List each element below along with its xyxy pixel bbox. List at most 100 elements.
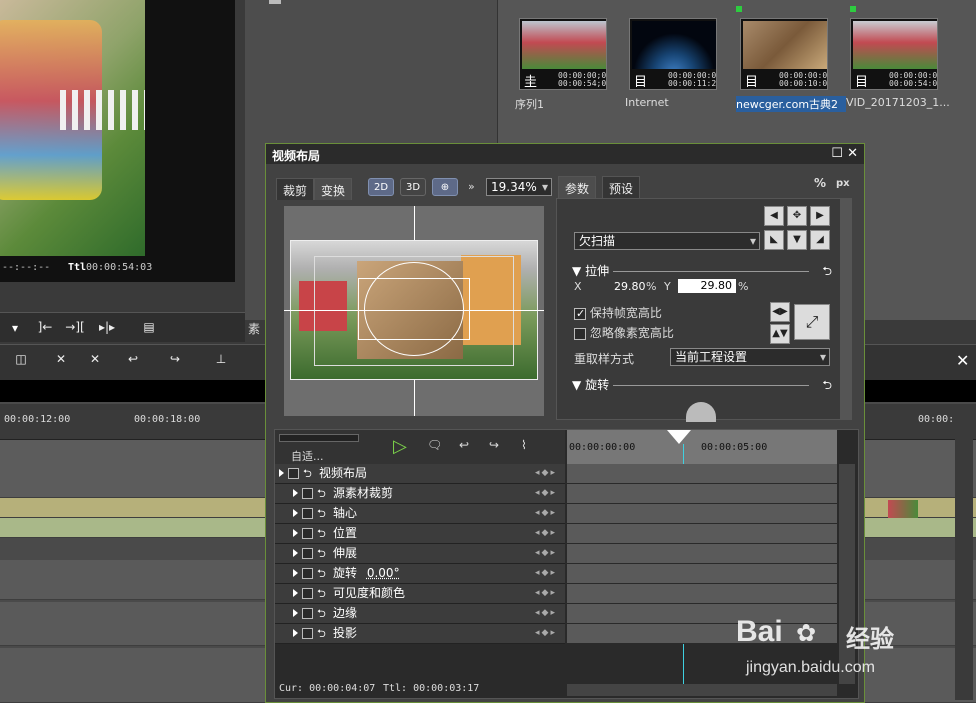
arrow-right-icon[interactable]: ▶ [810, 206, 830, 226]
kf-nav-icon[interactable]: ◂◆▸ [535, 604, 557, 623]
reset-icon[interactable]: ⮌ [317, 524, 329, 543]
preview-canvas[interactable] [284, 206, 544, 416]
clip-thumbnail[interactable]: 目 00:00:00:00 00:00:11:20 Internet [625, 0, 721, 118]
reset-icon[interactable]: ⮌ [317, 624, 329, 643]
kf-track[interactable] [567, 584, 837, 604]
split-icon[interactable]: ◫ [8, 348, 34, 370]
undo-icon[interactable]: ↩ [120, 348, 146, 370]
corner-bl-icon[interactable]: ◣ [764, 230, 784, 250]
kf-nav-icon[interactable]: ◂◆▸ [535, 624, 557, 643]
arrow-left-icon[interactable]: ◀ [764, 206, 784, 226]
reset-icon[interactable]: ⮌ [822, 262, 832, 283]
x-value[interactable]: 29.80 [614, 280, 646, 293]
kf-nav-icon[interactable]: ◂◆▸ [535, 584, 557, 603]
kf-row[interactable]: ⮌ 源素材裁剪 ◂◆▸ [275, 484, 565, 504]
kf-track[interactable] [567, 564, 837, 584]
grid-view-button[interactable]: ⊕ [432, 178, 458, 196]
clip-thumbnail[interactable]: 目 00:00:00:00 00:00:10:00 newcger.com古典2 [736, 0, 846, 118]
kf-nav-icon[interactable]: ◂◆▸ [535, 564, 557, 583]
clip-thumbnail[interactable]: 目 00:00:00:00 00:00:54:03 VID_20171203_1… [846, 0, 950, 118]
arrow-down-icon[interactable]: ▼ [787, 230, 807, 250]
kf-nav-icon[interactable]: ◂◆▸ [535, 544, 557, 563]
kf-row[interactable]: ⮌ 可见度和颜色 ◂◆▸ [275, 584, 565, 604]
kf-row[interactable]: ⮌ 旋转 0.00° ◂◆▸ [275, 564, 565, 584]
y-value-input[interactable]: 29.80 [678, 279, 736, 293]
expand-icon[interactable] [293, 549, 298, 557]
reset-icon[interactable]: ⮌ [822, 376, 832, 397]
graph-icon[interactable]: ⌇ [521, 438, 527, 452]
kf-nav-icon[interactable]: ◂◆▸ [535, 464, 557, 483]
menu-icon[interactable]: ▤ [136, 316, 162, 338]
play-inout-icon[interactable]: ▸|▸ [94, 316, 120, 338]
kf-track[interactable] [567, 504, 837, 524]
kf-nav-icon[interactable]: ◂◆▸ [535, 484, 557, 503]
swap-lr-icon[interactable]: ◀▶ [770, 302, 790, 322]
params-scrollbar[interactable] [840, 198, 852, 420]
corner-br-icon[interactable]: ◢ [810, 230, 830, 250]
overscan-select[interactable]: 欠扫描 [574, 232, 760, 250]
kf-track[interactable] [567, 524, 837, 544]
close-icon[interactable]: ✕ [847, 146, 858, 161]
kf-checkbox[interactable] [302, 548, 313, 559]
tab-crop[interactable]: 裁剪 [276, 178, 315, 200]
rotation-value[interactable]: 0.00° [367, 566, 400, 580]
tab-presets[interactable]: 预设 [602, 176, 641, 198]
clip-thumbnail[interactable]: 圭 00:00:00;00 00:00:54;03 序列1 [515, 0, 611, 118]
tab-params[interactable]: 参数 [558, 176, 597, 198]
ignore-pixel-row[interactable]: 忽略像素宽高比 [574, 324, 674, 341]
kf-checkbox[interactable] [302, 488, 313, 499]
reset-icon[interactable]: ⮌ [317, 604, 329, 623]
redo-icon[interactable]: ↪ [489, 438, 499, 452]
kf-row[interactable]: ⮌ 边缘 ◂◆▸ [275, 604, 565, 624]
reset-icon[interactable]: ⮌ [317, 564, 329, 583]
set-out-icon[interactable]: →][ [62, 316, 88, 338]
reset-icon[interactable]: ⮌ [317, 504, 329, 523]
kf-hscrollbar[interactable] [567, 684, 837, 696]
kf-checkbox[interactable] [302, 528, 313, 539]
kf-checkbox[interactable] [302, 628, 313, 639]
folder-icon[interactable] [269, 0, 281, 4]
rotate-section-header[interactable]: ▼ 旋转 ⮌ [572, 376, 832, 397]
kf-checkbox[interactable] [302, 588, 313, 599]
kf-row[interactable]: ⮌ 轴心 ◂◆▸ [275, 504, 565, 524]
playhead-icon[interactable] [667, 430, 691, 444]
resample-select[interactable]: 当前工程设置 [670, 348, 830, 366]
kf-row[interactable]: ⮌ 投影 ◂◆▸ [275, 624, 565, 644]
mode-3d-button[interactable]: 3D [400, 178, 426, 196]
play-icon[interactable]: ▷ [393, 436, 407, 457]
dialog-titlebar[interactable]: 视频布局 ☐ ✕ [266, 144, 864, 164]
kf-ruler[interactable]: 00:00:00:00 00:00:05:00 [567, 430, 837, 464]
zoom-select[interactable]: 19.34% [486, 178, 552, 196]
expand-icon[interactable] [293, 569, 298, 577]
expand-icon[interactable] [279, 469, 284, 477]
close-icon[interactable]: ✕ [956, 351, 972, 370]
chevron-double-icon[interactable]: » [468, 180, 475, 193]
redo-icon[interactable]: ↪ [162, 348, 188, 370]
kf-zoom-slider[interactable] [279, 434, 359, 442]
delete-icon[interactable]: ✕ [48, 348, 74, 370]
fit-frame-icon[interactable]: ⤢ [794, 304, 830, 340]
unit-percent-button[interactable]: % [814, 176, 826, 190]
marker-icon[interactable]: ⊥ [208, 348, 234, 370]
swap-ud-icon[interactable]: ▲▼ [770, 324, 790, 344]
maximize-icon[interactable]: ☐ [831, 146, 843, 161]
keep-aspect-checkbox[interactable] [574, 307, 586, 320]
kf-row[interactable]: ⮌ 视频布局 ◂◆▸ [275, 464, 565, 484]
kf-checkbox[interactable] [302, 568, 313, 579]
kf-track[interactable] [567, 484, 837, 504]
comment-icon[interactable]: 🗨 [427, 438, 442, 452]
reset-icon[interactable]: ⮌ [317, 584, 329, 603]
ripple-delete-icon[interactable]: ✕ [82, 348, 108, 370]
keep-aspect-row[interactable]: 保持帧宽高比 [574, 304, 662, 321]
move-center-icon[interactable]: ✥ [787, 206, 807, 226]
kf-track[interactable] [567, 544, 837, 564]
kf-track[interactable] [567, 464, 837, 484]
reset-icon[interactable]: ⮌ [317, 484, 329, 503]
kf-checkbox[interactable] [288, 468, 299, 479]
reset-icon[interactable]: ⮌ [317, 544, 329, 563]
expand-icon[interactable] [293, 609, 298, 617]
kf-row[interactable]: ⮌ 伸展 ◂◆▸ [275, 544, 565, 564]
kf-checkbox[interactable] [302, 508, 313, 519]
kf-nav-icon[interactable]: ◂◆▸ [535, 504, 557, 523]
expand-icon[interactable] [293, 589, 298, 597]
